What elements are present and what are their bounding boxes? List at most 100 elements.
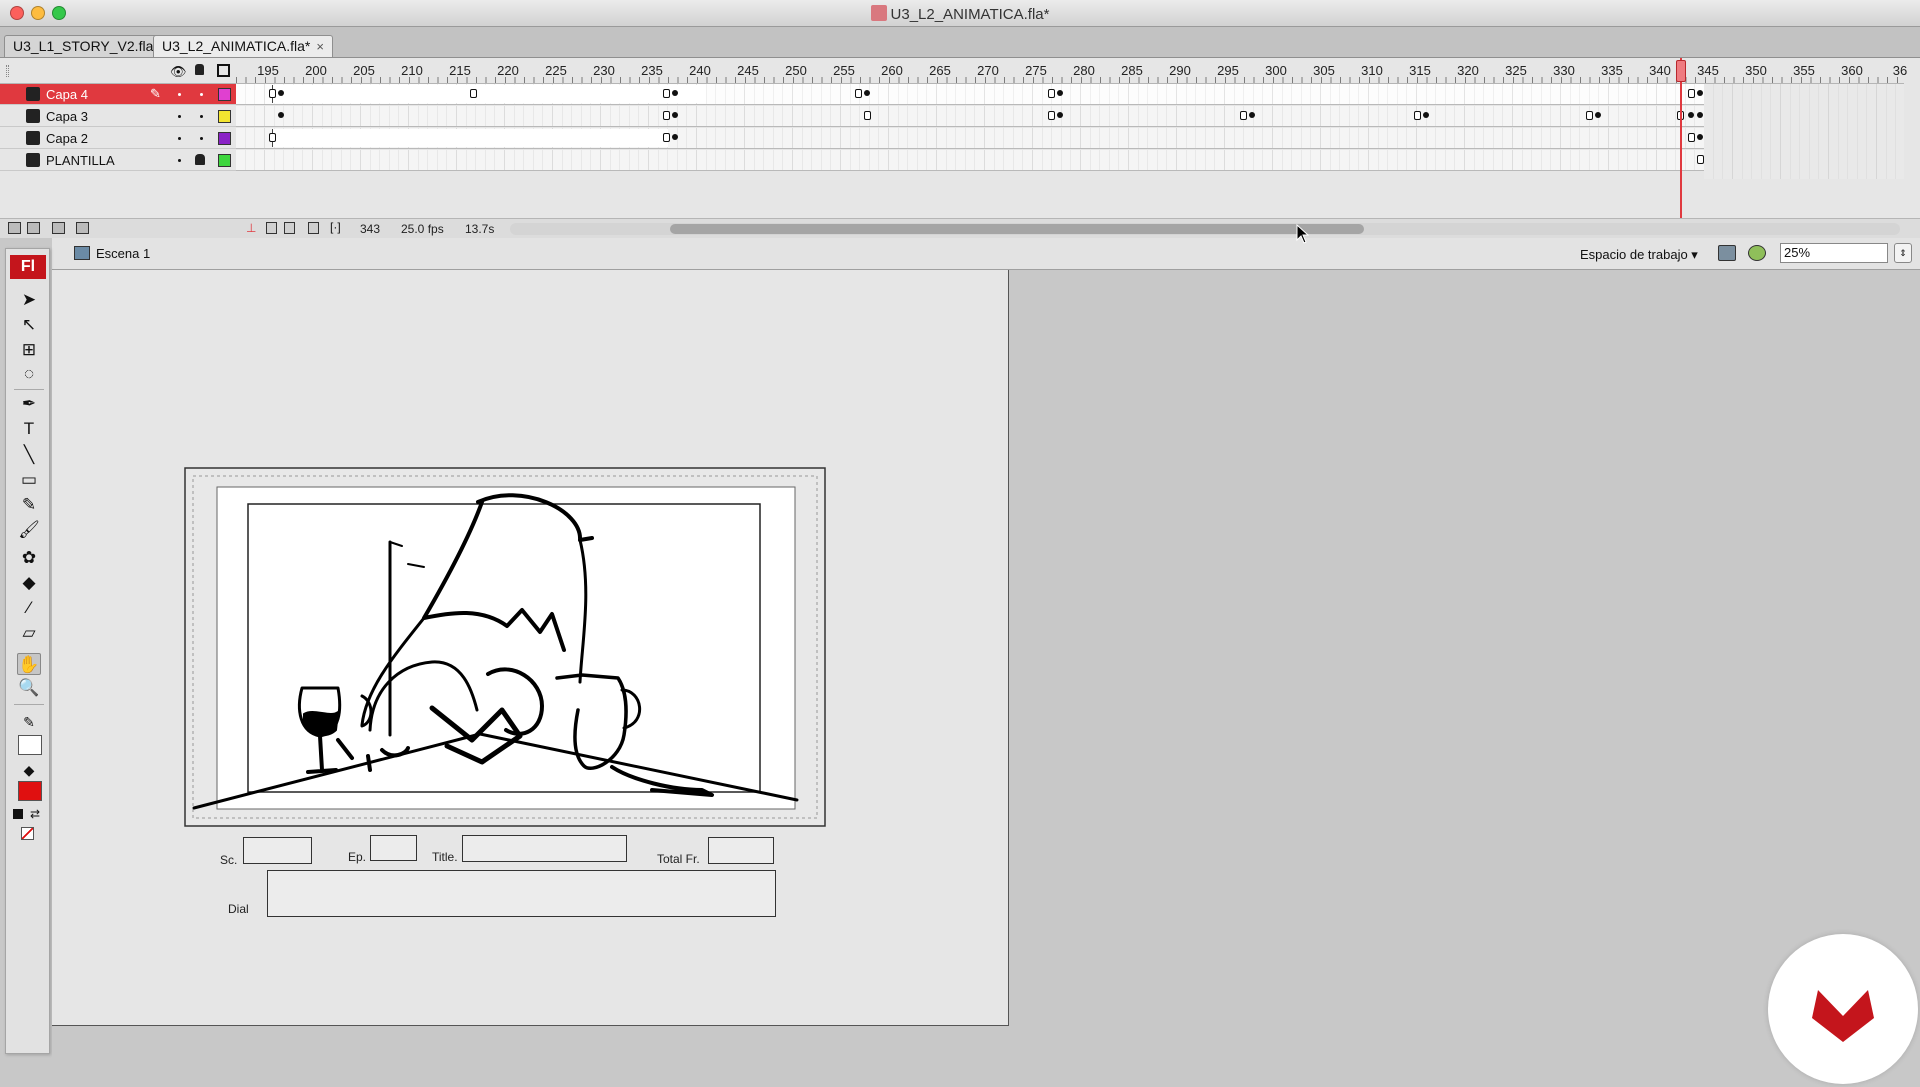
line-tool[interactable]: ╲ (17, 444, 41, 466)
frame-ruler[interactable]: 195 200 205 210 215 220 225 230 235 240 245 250 255 2… (236, 58, 1907, 84)
keyframe[interactable] (1688, 89, 1695, 98)
frame-rate[interactable]: 25.0 fps (401, 222, 444, 236)
eraser-tool[interactable]: ▱ (17, 622, 41, 644)
frame-span[interactable] (272, 129, 668, 147)
visibility-dot[interactable] (178, 159, 181, 162)
lock-icon[interactable] (195, 154, 205, 165)
show-hide-all-icon[interactable]: 👁 (170, 64, 187, 80)
playhead[interactable] (1676, 60, 1686, 82)
edit-scene-icon[interactable] (1718, 245, 1736, 261)
keyframe[interactable] (1586, 111, 1593, 120)
keyframe[interactable] (663, 89, 670, 98)
keyframe[interactable] (1249, 112, 1255, 118)
subselection-tool[interactable]: ↖ (17, 314, 41, 336)
keyframe[interactable] (278, 90, 284, 96)
timeline-scroll-thumb[interactable] (670, 224, 1364, 234)
zoom-stepper[interactable]: ⇕ (1894, 243, 1912, 263)
keyframe[interactable] (1697, 90, 1703, 96)
keyframe[interactable] (1697, 112, 1703, 118)
delete-layer-icon[interactable] (76, 222, 89, 234)
lock-dot[interactable] (200, 93, 203, 96)
zoom-tool[interactable]: 🔍 (17, 677, 41, 699)
keyframe[interactable] (1057, 90, 1063, 96)
black-white-icon[interactable] (13, 809, 23, 819)
layer-color-swatch[interactable] (218, 132, 231, 145)
visibility-dot[interactable] (178, 137, 181, 140)
tab-u3-l2-animatica[interactable]: U3_L2_ANIMATICA.fla* × (153, 35, 333, 57)
lock-dot[interactable] (200, 137, 203, 140)
rectangle-tool[interactable]: ▭ (17, 469, 41, 491)
center-frame-icon[interactable]: ⊥ (246, 221, 256, 235)
frames-capa-3[interactable] (236, 106, 1704, 127)
layer-color-swatch[interactable] (218, 110, 231, 123)
frame-span[interactable] (272, 85, 706, 103)
onion-skin-icon[interactable] (266, 222, 277, 234)
brush-tool[interactable]: 🖌 (17, 519, 41, 541)
stroke-color-swatch[interactable] (18, 735, 42, 755)
keyframe[interactable] (1048, 89, 1055, 98)
keyframe[interactable] (1697, 155, 1704, 164)
layer-row-plantilla[interactable]: PLANTILLA (0, 150, 236, 171)
keyframe[interactable] (1423, 112, 1429, 118)
frames-capa-4[interactable] (236, 84, 1704, 105)
onion-outlines-icon[interactable] (284, 222, 295, 234)
pen-tool[interactable]: ✒ (17, 393, 41, 415)
visibility-dot[interactable] (178, 93, 181, 96)
frames-capa-2[interactable] (236, 128, 1704, 149)
title-field[interactable] (462, 835, 627, 862)
selection-tool[interactable]: ➤ (17, 289, 41, 311)
empty-frames-area[interactable] (1704, 84, 1904, 179)
panel-grip-icon[interactable] (6, 65, 9, 77)
keyframe[interactable] (269, 89, 276, 98)
modify-onion-markers-icon[interactable]: [·] (330, 220, 341, 234)
layer-color-swatch[interactable] (218, 154, 231, 167)
keyframe[interactable] (672, 90, 678, 96)
folder-icon[interactable] (52, 222, 65, 234)
keyframe[interactable] (1240, 111, 1247, 120)
layer-row-capa-3[interactable]: Capa 3 (0, 106, 236, 127)
layer-color-swatch[interactable] (218, 88, 231, 101)
keyframe[interactable] (663, 133, 670, 142)
layer-row-capa-2[interactable]: Capa 2 (0, 128, 236, 149)
keyframe[interactable] (1688, 112, 1694, 118)
text-tool[interactable]: T (17, 418, 41, 440)
keyframe[interactable] (269, 133, 276, 142)
keyframe[interactable] (1595, 112, 1601, 118)
free-transform-tool[interactable]: ⊞ (17, 339, 41, 361)
pencil-tool[interactable]: ✎ (17, 494, 41, 516)
keyframe[interactable] (1697, 134, 1703, 140)
keyframe[interactable] (663, 111, 670, 120)
edit-multiple-frames-icon[interactable] (308, 222, 319, 234)
zoom-input[interactable]: 25% (1780, 243, 1888, 263)
new-folder-icon[interactable] (27, 222, 40, 234)
layer-row-capa-4[interactable]: Capa 4 ✎ (0, 84, 236, 105)
eyedropper-tool[interactable]: ⁄ (17, 597, 41, 619)
keyframe[interactable] (855, 89, 862, 98)
keyframe[interactable] (864, 90, 870, 96)
edit-symbols-icon[interactable] (1748, 245, 1766, 261)
keyframe[interactable] (672, 134, 678, 140)
total-frames-field[interactable] (708, 837, 774, 864)
keyframe[interactable] (1414, 111, 1421, 120)
frames-plantilla[interactable] (236, 150, 1704, 171)
scene-breadcrumb[interactable]: Escena 1 (96, 246, 150, 261)
keyframe[interactable] (278, 112, 284, 118)
keyframe[interactable] (470, 89, 477, 98)
close-tab-icon[interactable]: × (316, 39, 324, 54)
deco-tool[interactable]: ✿ (17, 547, 41, 569)
no-color-icon[interactable] (21, 827, 34, 840)
workspace-menu[interactable]: Espacio de trabajo ▾ (1580, 247, 1698, 263)
new-layer-icon[interactable] (8, 222, 21, 234)
visibility-dot[interactable] (178, 115, 181, 118)
lock-dot[interactable] (200, 115, 203, 118)
keyframe[interactable] (864, 111, 871, 120)
lasso-tool[interactable]: ◌ (17, 363, 41, 385)
outline-all-icon[interactable] (217, 64, 230, 77)
keyframe[interactable] (1048, 111, 1055, 120)
fill-color-swatch[interactable] (18, 781, 42, 801)
tab-u3-l1-story[interactable]: U3_L1_STORY_V2.fla (4, 35, 163, 57)
swap-colors-icon[interactable]: ⇄ (30, 807, 40, 821)
sc-field[interactable] (243, 837, 312, 864)
paint-bucket-tool[interactable]: ◆ (17, 572, 41, 594)
ep-field[interactable] (370, 835, 417, 861)
